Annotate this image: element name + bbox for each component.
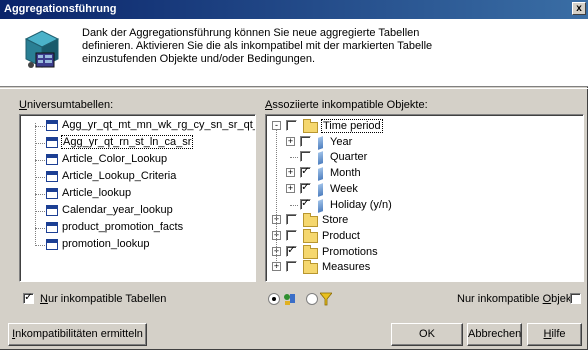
table-name: Article_Color_Lookup	[62, 153, 168, 165]
tree-item-checkbox[interactable]: ✓	[300, 183, 311, 194]
universe-tables-label: Universumtabellen:	[19, 99, 114, 111]
table-icon	[46, 204, 58, 216]
cancel-button[interactable]: Abbrechen	[467, 323, 522, 346]
table-icon	[46, 119, 58, 131]
only-incompatible-tables-checkbox[interactable]: ✓	[23, 293, 34, 304]
tree-item-checkbox[interactable]	[286, 120, 297, 131]
window-title: Aggregationsführung	[4, 3, 117, 15]
tree-item-checkbox[interactable]: ✓	[300, 167, 311, 178]
table-icon	[46, 136, 58, 148]
filter-view-radio[interactable]	[306, 293, 318, 305]
tree-item-checkbox[interactable]	[286, 261, 297, 272]
table-name: Article_lookup	[62, 187, 132, 199]
universe-tables-list[interactable]: Agg_yr_qt_mt_mn_wk_rg_cy_sn_sr_qt_ma Agg_…	[19, 114, 256, 282]
close-icon: x	[576, 3, 582, 14]
table-icon	[46, 153, 58, 165]
aggregation-dialog: Aggregationsführung x Dank der Aggregati…	[0, 0, 588, 350]
table-list-item[interactable]: Article_Lookup_Criteria	[46, 169, 176, 185]
help-button[interactable]: Hilfe	[527, 323, 582, 346]
header-description: Dank der Aggregationsführung können Sie …	[82, 27, 433, 65]
table-icon	[46, 170, 58, 182]
tree-item-checkbox[interactable]	[300, 151, 311, 162]
folder-icon	[303, 213, 318, 227]
only-incompatible-tables-label: Nur inkompatible Tabellen	[40, 293, 167, 305]
table-list-item[interactable]: Calendar_year_lookup	[46, 203, 173, 219]
open-folder-icon	[303, 119, 318, 133]
table-icon	[46, 221, 58, 233]
tree-item-label[interactable]: Time period	[321, 119, 383, 133]
table-name: Agg_yr_qt_mt_mn_wk_rg_cy_sn_sr_qt_ma	[62, 119, 256, 131]
table-list-item[interactable]: promotion_lookup	[46, 237, 149, 253]
table-name: Calendar_year_lookup	[62, 204, 173, 216]
folder-icon	[303, 229, 318, 243]
title-bar[interactable]: Aggregationsführung x	[0, 0, 588, 19]
table-name: product_promotion_facts	[62, 221, 184, 233]
only-incompatible-objects-checkbox[interactable]	[570, 293, 581, 304]
dimension-icon	[318, 199, 323, 213]
dimension-icon	[318, 183, 323, 197]
table-list-item[interactable]: Article_Color_Lookup	[46, 152, 167, 168]
folder-icon	[303, 260, 318, 274]
ok-button[interactable]: OK	[391, 323, 463, 346]
tree-item-checkbox[interactable]	[286, 214, 297, 225]
tree-item-label[interactable]: Store	[322, 214, 348, 226]
tree-item-label[interactable]: Week	[330, 183, 358, 195]
table-name: Agg_yr_qt_rn_st_ln_ca_sr	[60, 135, 194, 149]
objects-view-icon	[283, 292, 297, 309]
tree-item-checkbox[interactable]: ✓	[300, 199, 311, 210]
tree-item-label[interactable]: Holiday (y/n)	[330, 199, 392, 211]
dimension-icon	[318, 151, 323, 165]
aggregate-table-icon	[22, 27, 62, 74]
tree-item-label[interactable]: Product	[322, 230, 360, 242]
tree-item-label[interactable]: Promotions	[322, 246, 378, 258]
tree-item-label[interactable]: Year	[330, 136, 352, 148]
folder-icon	[303, 245, 318, 259]
dimension-icon	[318, 136, 323, 150]
objects-view-radio[interactable]	[268, 293, 280, 305]
table-list-item[interactable]: product_promotion_facts	[46, 220, 183, 236]
header-divider	[0, 88, 588, 89]
tree-item-checkbox[interactable]	[286, 230, 297, 241]
tree-item-checkbox[interactable]: ✓	[286, 246, 297, 257]
tree-item-checkbox[interactable]	[300, 136, 311, 147]
detect-incompatibilities-button[interactable]: Inkompatibilitäten ermitteln	[8, 323, 147, 346]
table-icon	[46, 187, 58, 199]
table-icon	[46, 238, 58, 250]
close-button[interactable]: x	[572, 2, 586, 15]
table-list-item[interactable]: Agg_yr_qt_mt_mn_wk_rg_cy_sn_sr_qt_ma	[46, 118, 256, 134]
expand-icon[interactable]: +	[286, 184, 295, 193]
filter-icon	[319, 292, 333, 309]
expand-icon[interactable]: +	[286, 137, 295, 146]
header-panel: Dank der Aggregationsführung können Sie …	[0, 19, 588, 87]
tree-item-label[interactable]: Quarter	[330, 151, 367, 163]
only-incompatible-objects-label: Nur inkompatible Objekte	[457, 293, 581, 305]
expand-icon[interactable]: +	[286, 168, 295, 177]
table-list-item[interactable]: Agg_yr_qt_rn_st_ln_ca_sr	[46, 135, 194, 151]
table-list-item[interactable]: Article_lookup	[46, 186, 131, 202]
associated-objects-label: Assoziierte inkompatible Objekte:	[265, 99, 428, 111]
tree-item-label[interactable]: Month	[330, 167, 361, 179]
dimension-icon	[318, 167, 323, 181]
table-name: Article_Lookup_Criteria	[62, 170, 177, 182]
incompatible-objects-tree[interactable]: - Time period + Year Quarter + ✓ Month + ✓ Week ✓ Ho…	[265, 114, 584, 282]
tree-item-label[interactable]: Measures	[322, 261, 370, 273]
table-name: promotion_lookup	[62, 238, 150, 250]
